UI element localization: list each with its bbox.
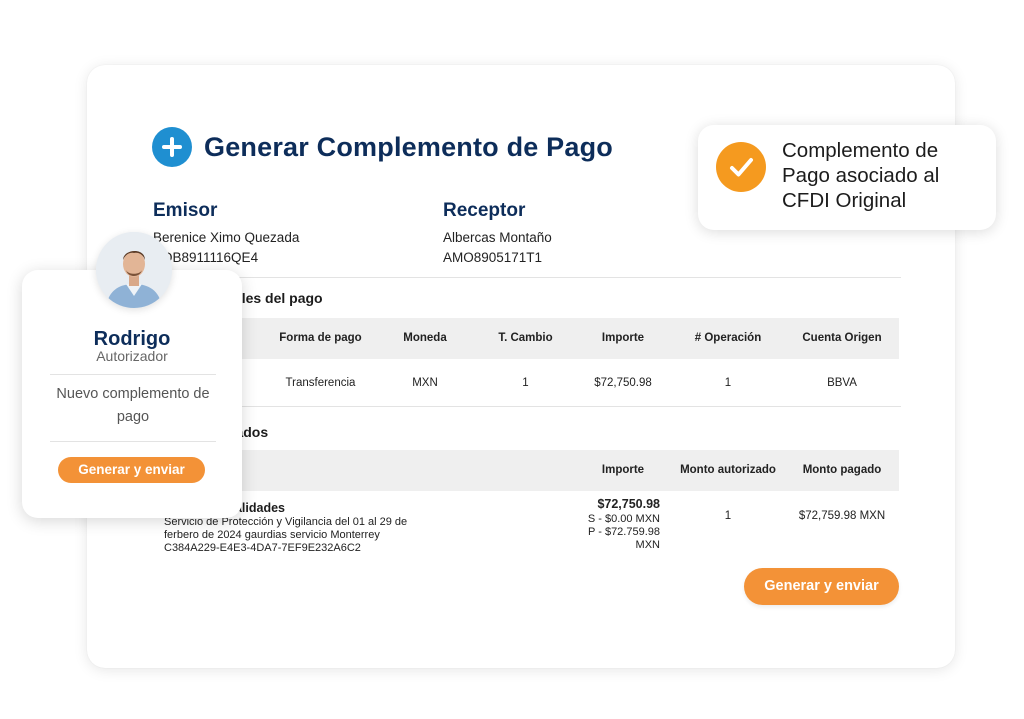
emisor-rfc: BQB8911116QE4 bbox=[153, 250, 259, 265]
user-role: Autorizador bbox=[96, 348, 168, 364]
emisor-name: Berenice Ximo Quezada bbox=[153, 230, 300, 245]
emisor-block: Emisor Berenice Ximo Quezada BQB8911116Q… bbox=[153, 200, 299, 268]
divider bbox=[50, 374, 216, 375]
cell-importe: $72,750.98 bbox=[594, 377, 652, 389]
plus-icon[interactable] bbox=[152, 127, 192, 167]
col-cuenta-origen: Cuenta Origen bbox=[802, 332, 882, 344]
col-monto-pagado: Monto pagado bbox=[802, 464, 882, 476]
cell-operacion: 1 bbox=[724, 377, 732, 389]
concept-line: ferbero de 2024 gaurdias servicio Monter… bbox=[164, 529, 380, 541]
cfdi-amount-sub: P - $72.759.98 bbox=[588, 526, 660, 538]
cfdi-amount-sub: S - $0.00 MXN bbox=[587, 513, 660, 525]
cell-forma-pago: Transferencia bbox=[285, 377, 356, 389]
payment-table-header: Forma de pago Moneda T. Cambio Importe #… bbox=[153, 318, 899, 359]
concept-line: C384A229-E4E3-4DA7-7EF9E232A6C2 bbox=[164, 542, 361, 554]
col-forma-pago: Forma de pago bbox=[279, 332, 362, 344]
receptor-rfc: AMO8905171T1 bbox=[443, 250, 543, 265]
cell-cuenta-origen: BBVA bbox=[827, 377, 857, 389]
divider bbox=[153, 406, 901, 407]
cell-moneda: MXN bbox=[412, 377, 438, 389]
receptor-heading: Receptor bbox=[443, 200, 526, 221]
page-title: Generar Complemento de Pago bbox=[204, 131, 613, 162]
cell-monto-autorizado: 1 bbox=[724, 510, 732, 522]
cfdi-amount: $72,750.98 bbox=[597, 497, 660, 511]
cfdi-table-header: Concepto Importe Monto autorizado Monto … bbox=[153, 450, 899, 491]
success-notification: Complemento de Pago asociado al CFDI Ori… bbox=[698, 125, 996, 230]
emisor-heading: Emisor bbox=[153, 200, 218, 221]
generate-send-button[interactable]: Generar y enviar bbox=[744, 568, 899, 605]
user-message: Nuevo complemento de pago bbox=[56, 386, 210, 425]
col-monto-autorizado: Monto autorizado bbox=[680, 464, 776, 476]
col-moneda: Moneda bbox=[403, 332, 447, 344]
cell-monto-pagado: $72,759.98 MXN bbox=[798, 510, 886, 522]
col-t-cambio: T. Cambio bbox=[498, 332, 553, 344]
check-icon bbox=[716, 142, 766, 192]
divider bbox=[50, 441, 216, 442]
cell-t-cambio: 1 bbox=[522, 377, 529, 389]
user-generate-send-button[interactable]: Generar y enviar bbox=[58, 457, 205, 483]
cfdi-amount-sub: MXN bbox=[635, 539, 660, 551]
stage: Generar Complemento de Pago Emisor Beren… bbox=[0, 0, 1024, 719]
title-row: Generar Complemento de Pago bbox=[152, 127, 613, 167]
col-operacion: # Operación bbox=[694, 332, 762, 344]
divider bbox=[153, 277, 901, 278]
receptor-name: Albercas Montaño bbox=[443, 230, 552, 245]
col-importe: Importe bbox=[601, 464, 645, 476]
receptor-block: Receptor Albercas Montaño AMO8905171T1 bbox=[443, 200, 552, 268]
notification-text: Complemento de Pago asociado al CFDI Ori… bbox=[782, 139, 940, 212]
avatar bbox=[96, 232, 172, 308]
col-importe: Importe bbox=[601, 332, 645, 344]
